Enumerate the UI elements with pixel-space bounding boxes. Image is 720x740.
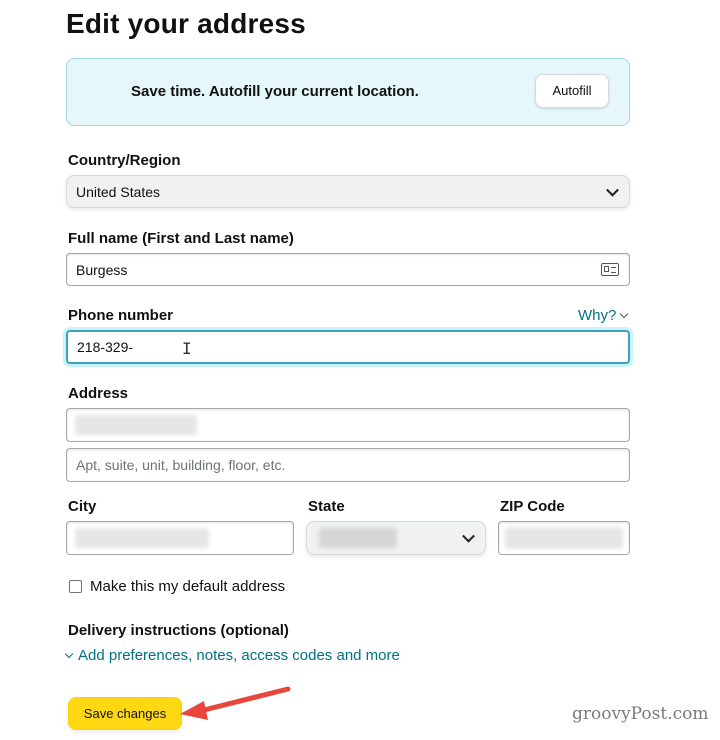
watermark: groovyPost.com: [572, 704, 709, 724]
annotation-arrow: [180, 686, 291, 720]
